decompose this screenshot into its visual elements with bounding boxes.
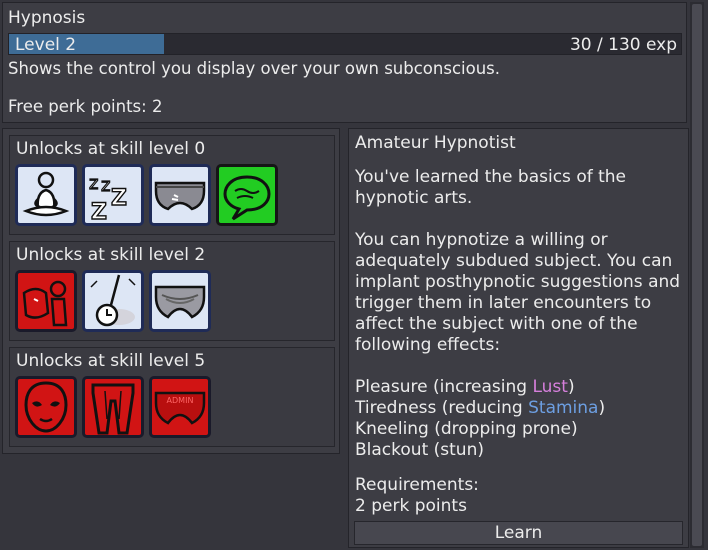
perk-description-line: You've learned the basics of the <box>355 167 627 187</box>
perk-description-line: You can hypnotize a willing or <box>355 230 608 250</box>
meditation-icon <box>22 171 70 217</box>
perk-title: Amateur Hypnotist <box>355 133 516 153</box>
tier-label: Unlocks at skill level 0 <box>16 139 206 159</box>
mask-icon <box>24 381 68 433</box>
sleep-zzz-icon: z z Z Z <box>88 172 127 223</box>
level-label: Level 2 <box>15 35 77 55</box>
legs-icon <box>91 383 135 435</box>
perk-underwear-2[interactable] <box>149 270 211 332</box>
perk-pocket-watch[interactable] <box>82 270 144 332</box>
learn-button[interactable]: Learn <box>354 521 683 545</box>
underwear-badge-text: ADMIN <box>167 396 194 405</box>
perk-description-line: following effects: <box>355 335 501 355</box>
perk-description-line: adequately subdued subject. You can <box>355 251 673 271</box>
skill-description: Shows the control you display over your … <box>8 59 500 78</box>
perk-underwear[interactable] <box>149 164 211 226</box>
figure-icon <box>22 280 68 327</box>
underwear-icon <box>154 285 206 319</box>
level-progress-bar: Level 2 30 / 130 exp <box>8 33 682 55</box>
svg-text:Z: Z <box>111 186 127 211</box>
perk-description-line: hypnotic arts. <box>355 188 473 208</box>
underwear-icon: ADMIN <box>154 391 206 425</box>
perk-description-line: trigger them in later encounters to <box>355 293 652 313</box>
tier-level-5: Unlocks at skill level 5 ADMIN <box>9 347 335 447</box>
perk-legs[interactable] <box>82 376 144 438</box>
speech-bubble-icon <box>223 175 271 221</box>
requirements-value: 2 perk points <box>355 496 467 516</box>
effect-pleasure: Pleasure (increasing Lust) <box>355 377 575 397</box>
svg-text:Z: Z <box>91 200 107 223</box>
tier-label: Unlocks at skill level 5 <box>16 351 206 371</box>
perk-speech[interactable] <box>216 164 278 226</box>
perk-sleep[interactable]: z z Z Z <box>82 164 144 226</box>
perk-tiers-panel: Unlocks at skill level 0 z z Z Z Unlocks… <box>2 128 340 454</box>
underwear-icon <box>154 181 206 211</box>
effect-tiredness: Tiredness (reducing Stamina) <box>355 398 606 418</box>
scrollbar[interactable] <box>690 2 704 548</box>
svg-text:z: z <box>101 175 110 196</box>
perk-detail-panel: Amateur Hypnotist You've learned the bas… <box>348 128 689 548</box>
pocket-watch-icon <box>90 274 136 327</box>
perk-mask[interactable] <box>15 376 77 438</box>
perk-figure[interactable] <box>15 270 77 332</box>
perk-meditation[interactable] <box>15 164 77 226</box>
effect-blackout: Blackout (stun) <box>355 440 484 460</box>
tier-label: Unlocks at skill level 2 <box>16 245 206 265</box>
effect-kneeling: Kneeling (dropping prone) <box>355 419 578 439</box>
perk-description-line: implant posthypnotic suggestions and <box>355 272 681 292</box>
skill-title: Hypnosis <box>8 8 86 28</box>
scrollbar-thumb[interactable] <box>692 4 702 546</box>
tier-level-0: Unlocks at skill level 0 z z Z Z <box>9 135 335 235</box>
tier-level-2: Unlocks at skill level 2 <box>9 241 335 341</box>
lust-stat: Lust <box>532 377 568 397</box>
exp-readout: 30 / 130 exp <box>569 35 677 55</box>
perk-description-line: affect the subject with one of the <box>355 314 638 334</box>
requirements-label: Requirements: <box>355 475 479 495</box>
stamina-stat: Stamina <box>528 398 599 418</box>
skill-header-panel: Hypnosis Level 2 30 / 130 exp Shows the … <box>2 2 687 123</box>
free-perk-points: Free perk points: 2 <box>8 97 163 116</box>
svg-text:z: z <box>89 173 98 194</box>
perk-underwear-3[interactable]: ADMIN <box>149 376 211 438</box>
